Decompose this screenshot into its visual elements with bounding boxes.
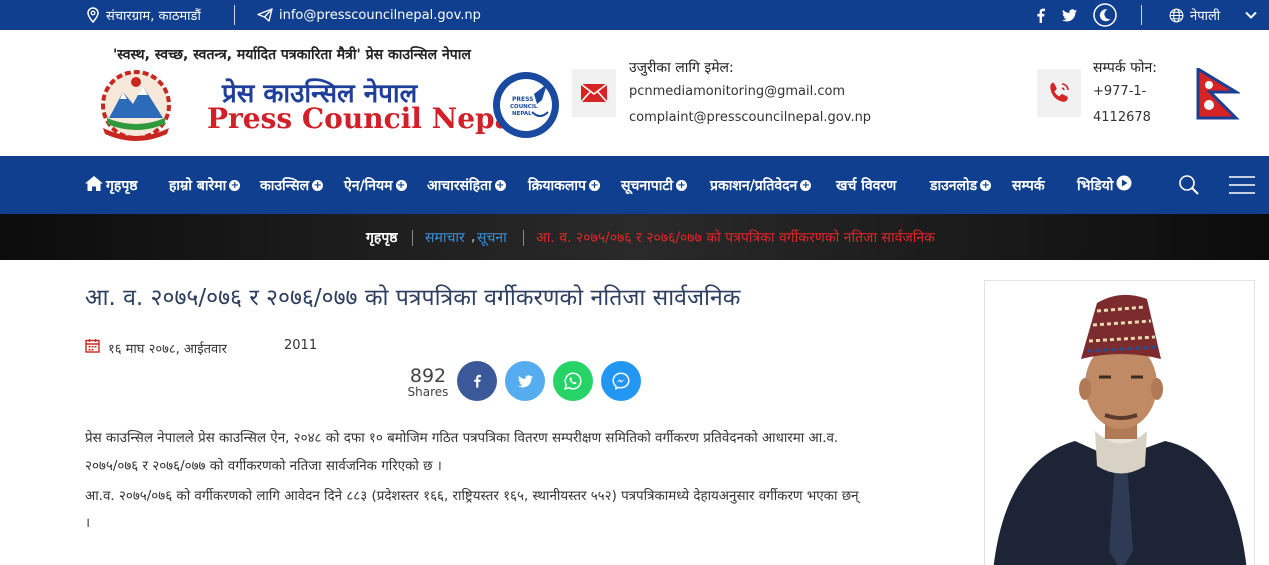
breadcrumb-comma: , (471, 229, 476, 245)
topbar-divider (234, 5, 235, 25)
svg-text:COUNCIL: COUNCIL (510, 104, 538, 110)
nav-item-label: काउन्सिल (260, 177, 310, 194)
expand-plus-icon: + (800, 179, 812, 191)
nav-item-code-of-conduct[interactable]: आचारसंहिता + (427, 156, 506, 214)
svg-text:NEPAL: NEPAL (512, 111, 532, 117)
complaint-email-title: उजुरीका लागि इमेल: (629, 60, 734, 76)
logo-english-text: Press Council Nepal (207, 102, 524, 135)
nav-item-acts-rules[interactable]: ऐन/नियम + (344, 156, 407, 214)
article-paragraph-2-line-2: । (85, 516, 91, 531)
mail-icon[interactable] (572, 69, 616, 117)
topbar-divider (1141, 5, 1142, 25)
expand-plus-icon: + (395, 179, 407, 191)
complaint-email-1[interactable]: pcnmediamonitoring@gmail.com (629, 84, 845, 99)
nav-item-video[interactable]: भिडियो (1077, 156, 1132, 214)
nav-item-contact[interactable]: सम्पर्क (1012, 156, 1045, 214)
phone-number-line-1[interactable]: +977-1- (1093, 84, 1146, 99)
calendar-icon (85, 338, 100, 357)
nav-item-label: क्रियाकलाप (528, 177, 586, 194)
phone-number-line-2[interactable]: 4112678 (1093, 110, 1151, 125)
language-label: नेपाली (1190, 9, 1221, 24)
nav-item-activities[interactable]: क्रियाकलाप + (528, 156, 600, 214)
svg-text:PRESS: PRESS (512, 96, 534, 103)
article-paragraph-1-line-2: २०७५/०७६ र २०७६/०७७ को वर्गीकरणको नतिजा … (85, 459, 442, 474)
email-link[interactable]: info@presscouncilnepal.gov.np (257, 0, 481, 30)
nav-item-home[interactable]: गृहपृष्ठ (85, 156, 138, 214)
article-paragraph-1-line-1: प्रेस काउन्सिल नेपालले प्रेस काउन्सिल ऐन… (85, 431, 839, 446)
phone-icon[interactable] (1037, 69, 1081, 117)
nav-item-label: डाउनलोड (930, 177, 978, 194)
breadcrumb-category-notice[interactable]: सूचना (477, 214, 507, 260)
expand-plus-icon: + (676, 179, 688, 191)
article-date-text: १६ माघ २०७८, आईतवार (108, 341, 227, 357)
breadcrumb-divider (523, 230, 524, 246)
home-icon (85, 175, 103, 195)
whatsapp-icon (564, 372, 582, 390)
breadcrumb: गृहपृष्ठ समाचार , सूचना आ. व. २०७५/०७६ र… (0, 214, 1269, 260)
expand-plus-icon: + (229, 179, 241, 191)
expand-plus-icon: + (494, 179, 506, 191)
twitter-icon[interactable] (1062, 0, 1077, 30)
nav-item-label: ऐन/नियम (344, 177, 393, 194)
facebook-icon[interactable] (1036, 0, 1045, 30)
breadcrumb-home[interactable]: गृहपृष्ठ (366, 214, 398, 260)
nav-item-label: सूचनापाटी (621, 177, 674, 194)
share-count-number: 892 (409, 365, 447, 387)
nav-item-expenses[interactable]: खर्च विवरण (836, 156, 896, 214)
share-count: 892 Shares (406, 366, 450, 399)
messenger-icon (612, 372, 630, 390)
nepal-flag-icon (1196, 66, 1242, 124)
article-date: १६ माघ २०७८, आईतवार (85, 338, 227, 357)
language-selector[interactable]: नेपाली (1169, 0, 1220, 30)
play-circle-icon (1116, 175, 1132, 195)
breadcrumb-divider (412, 230, 413, 246)
facebook-icon (474, 374, 481, 388)
nepal-emblem-icon[interactable] (93, 68, 179, 146)
nav-item-council[interactable]: काउन्सिल + (260, 156, 324, 214)
top-bar: संचारग्राम, काठमाडौं info@presscouncilne… (0, 0, 1269, 30)
press-council-seal-icon: PRESS COUNCIL NEPAL (492, 68, 560, 146)
site-header: 'स्वस्थ, स्वच्छ, स्वतन्त्र, मर्यादित पत्… (0, 30, 1269, 156)
search-icon[interactable] (1178, 156, 1200, 214)
nav-item-about[interactable]: हाम्रो बारेमा + (169, 156, 241, 214)
breadcrumb-category-news[interactable]: समाचार (425, 214, 465, 260)
chevron-down-icon[interactable] (1245, 0, 1257, 30)
expand-plus-icon: + (980, 179, 992, 191)
phone-title: सम्पर्क फोन: (1093, 60, 1157, 76)
nav-item-label: खर्च विवरण (836, 177, 897, 194)
share-whatsapp-button[interactable] (553, 361, 593, 401)
main-navigation: गृहपृष्ठ हाम्रो बारेमा + काउन्सिल + ऐन/न… (0, 156, 1269, 214)
article-views: 2011 (284, 338, 318, 353)
globe-icon (1169, 8, 1184, 23)
nav-item-label: गृहपृष्ठ (106, 177, 138, 194)
nav-item-label: प्रकाशन/प्रतिवेदन (710, 177, 798, 194)
expand-plus-icon: + (312, 179, 324, 191)
complaint-email-2[interactable]: complaint@presscouncilnepal.gov.np (629, 110, 871, 125)
breadcrumb-current: आ. व. २०७५/०७६ र २०७६/०७७ को पत्रपत्रिका… (536, 229, 935, 246)
share-facebook-button[interactable] (457, 361, 497, 401)
share-count-label: Shares (407, 385, 449, 399)
email-text: info@presscouncilnepal.gov.np (279, 7, 481, 23)
nav-item-label: हाम्रो बारेमा (169, 177, 227, 194)
share-twitter-button[interactable] (505, 361, 545, 401)
twitter-icon (517, 374, 533, 387)
expand-plus-icon: + (588, 179, 600, 191)
nav-item-downloads[interactable]: डाउनलोड + (930, 156, 992, 214)
nav-item-label: भिडियो (1077, 177, 1114, 194)
article-paragraph-2-line-1: आ.व. २०७५/०७६ को वर्गीकरणको लागि आवेदन द… (85, 489, 859, 504)
nav-item-notice-board[interactable]: सूचनापाटी + (621, 156, 688, 214)
location-icon (86, 7, 100, 23)
nav-item-label: सम्पर्क (1012, 177, 1045, 194)
chairperson-photo (984, 280, 1255, 565)
moon-icon[interactable] (1093, 0, 1117, 30)
send-icon (257, 8, 273, 22)
header-tagline: 'स्वस्थ, स्वच्छ, स्वतन्त्र, मर्यादित पत्… (113, 47, 471, 63)
hamburger-menu-icon[interactable] (1229, 156, 1255, 214)
article-title: आ. व. २०७५/०७६ र २०७६/०७७ को पत्रपत्रिका… (85, 285, 741, 311)
nav-item-publications[interactable]: प्रकाशन/प्रतिवेदन + (710, 156, 812, 214)
location-info: संचारग्राम, काठमाडौं (86, 0, 201, 30)
share-messenger-button[interactable] (601, 361, 641, 401)
nav-item-label: आचारसंहिता (427, 177, 492, 194)
location-text: संचारग्राम, काठमाडौं (106, 9, 201, 24)
